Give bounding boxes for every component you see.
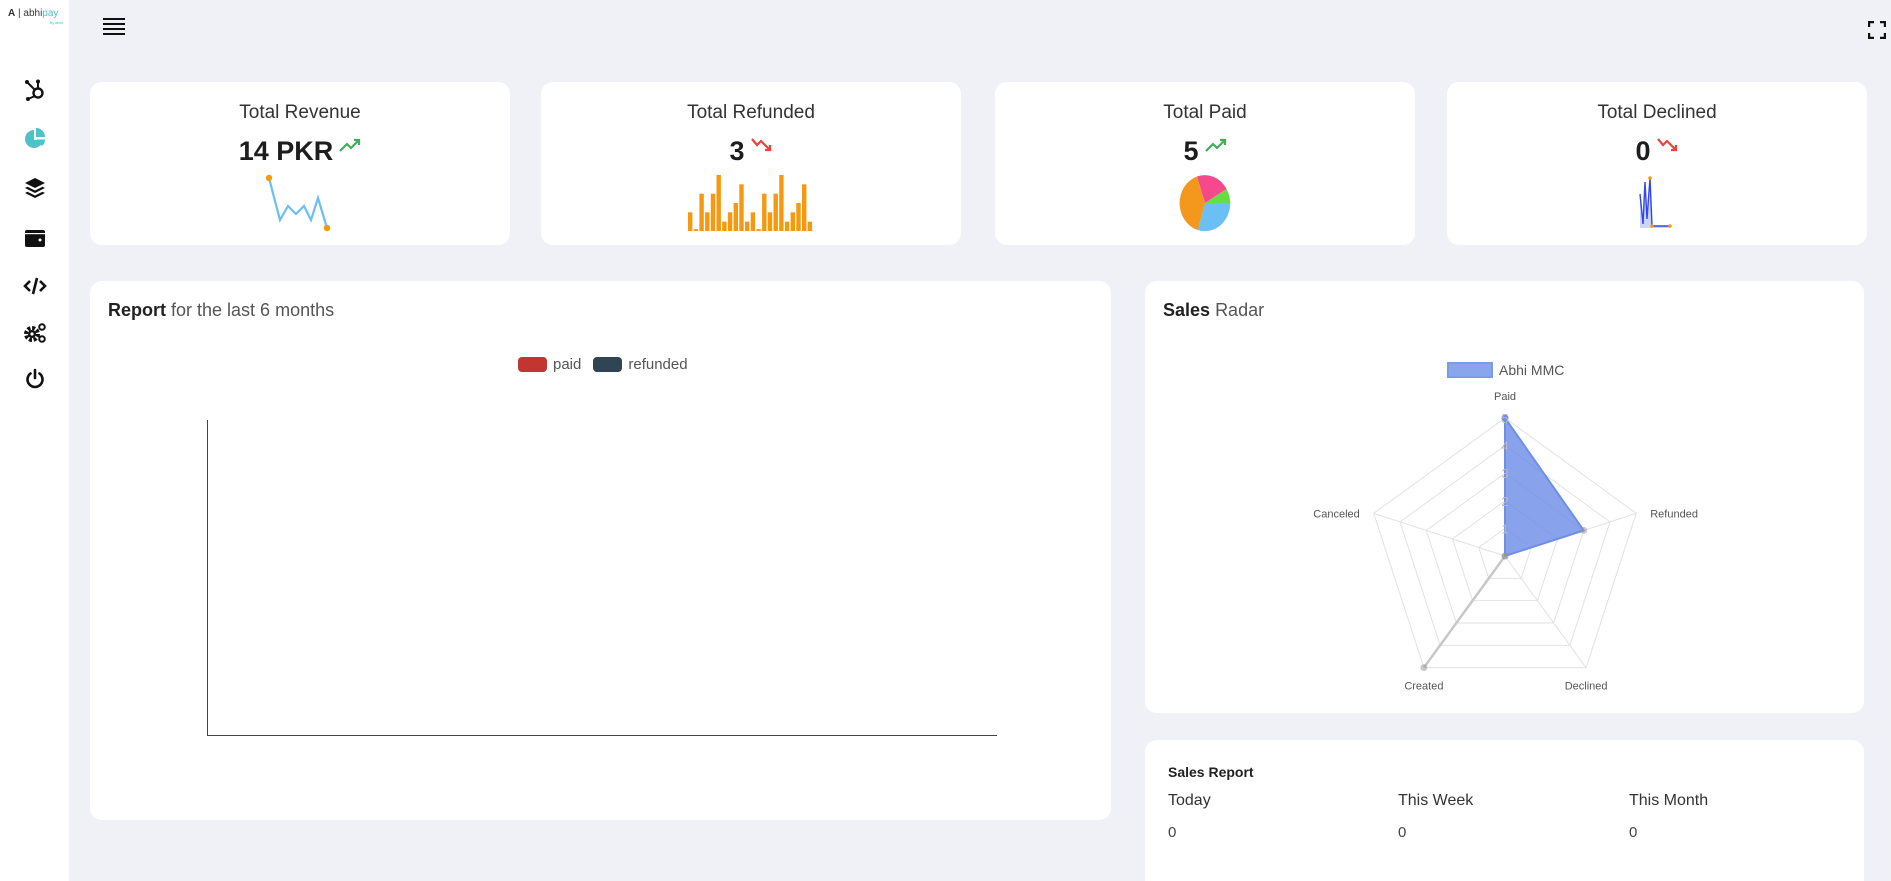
declined-sparkline bbox=[1639, 176, 1672, 228]
spark-bar bbox=[767, 212, 773, 231]
radar-spoke bbox=[1504, 555, 1587, 668]
y-axis bbox=[207, 420, 208, 736]
spark-bar bbox=[802, 184, 807, 231]
menu-toggle-button[interactable] bbox=[103, 17, 125, 40]
radar-axis-label: Canceled bbox=[1313, 508, 1359, 520]
sidebar-item-settings[interactable] bbox=[22, 320, 48, 346]
sales-radar-card: Sales Radar Abhi MMC 1 2 3 4 5 Paid Refunded De… bbox=[1145, 281, 1864, 713]
fullscreen-button[interactable] bbox=[1867, 20, 1887, 44]
trend-up-icon bbox=[1204, 138, 1226, 152]
wallet-icon bbox=[25, 230, 45, 247]
sidebar-item-wallet[interactable] bbox=[22, 225, 48, 251]
spark-bar bbox=[699, 193, 704, 231]
kpi-title: Total Refunded bbox=[687, 102, 815, 123]
legend-swatch-refunded[interactable] bbox=[593, 357, 623, 372]
radar-axis-label: Created bbox=[1404, 681, 1443, 693]
radar-tick-label: 3 bbox=[1501, 466, 1508, 481]
spark-bar bbox=[745, 221, 750, 231]
sidebar-item-hub[interactable] bbox=[22, 77, 48, 103]
spark-bar bbox=[756, 229, 761, 231]
radar-tick-label: 1 bbox=[1501, 521, 1508, 536]
legend-label-paid[interactable]: paid bbox=[553, 356, 581, 373]
spark-bar bbox=[710, 193, 716, 231]
radar-point[interactable] bbox=[1501, 552, 1509, 560]
report-legend: paid refunded bbox=[518, 356, 688, 373]
spark-bar bbox=[716, 175, 721, 231]
radar-tick-label: 4 bbox=[1501, 439, 1508, 454]
spark-bar bbox=[784, 221, 790, 231]
fullscreen-icon bbox=[1867, 20, 1887, 40]
sales-report-this-week: This Week 0 bbox=[1398, 792, 1474, 841]
kpi-value: 0 bbox=[1635, 136, 1651, 166]
sales-report-title: Sales Report bbox=[1168, 764, 1254, 780]
report-title: Report for the last 6 months bbox=[108, 300, 335, 320]
pie-chart-icon bbox=[25, 128, 45, 148]
radar-point[interactable] bbox=[1580, 526, 1588, 534]
power-icon bbox=[26, 368, 44, 389]
sidebar-item-dashboard[interactable] bbox=[22, 126, 48, 152]
hub-icon bbox=[25, 79, 44, 101]
spark-bar bbox=[739, 184, 744, 231]
code-icon bbox=[23, 277, 47, 295]
radar-point[interactable] bbox=[1420, 664, 1428, 672]
kpi-value: 3 bbox=[729, 136, 745, 166]
refunded-bar-sparkline bbox=[688, 175, 813, 231]
radar-line-created bbox=[1422, 555, 1507, 669]
sidebar: A | abhipay by abhi bbox=[0, 0, 69, 881]
spark-bar bbox=[693, 229, 699, 231]
sales-report-today: Today 0 bbox=[1168, 792, 1211, 841]
trend-down-icon bbox=[1656, 138, 1677, 152]
radar-tick-label: 2 bbox=[1501, 494, 1508, 509]
revenue-sparkline bbox=[265, 174, 331, 232]
sidebar-item-developer[interactable] bbox=[22, 273, 48, 299]
legend-swatch-paid[interactable] bbox=[518, 357, 547, 372]
kpi-card-total-declined: Total Declined 0 bbox=[1447, 82, 1867, 245]
radar-axis-label: Refunded bbox=[1650, 508, 1698, 520]
spark-bar bbox=[762, 193, 767, 231]
spark-bar bbox=[722, 221, 727, 231]
spark-bar bbox=[807, 221, 813, 231]
spark-bar bbox=[727, 212, 733, 231]
kpi-card-total-paid: Total Paid 5 bbox=[995, 82, 1415, 245]
logo[interactable]: A | abhipay by abhi bbox=[8, 8, 63, 25]
trend-up-icon bbox=[339, 138, 361, 152]
layers-icon bbox=[25, 178, 45, 198]
spark-bar bbox=[779, 175, 784, 231]
paid-pie-sparkline bbox=[1179, 175, 1231, 232]
radar-area bbox=[1504, 414, 1586, 558]
spark-bar bbox=[705, 212, 710, 231]
kpi-title: Total Declined bbox=[1597, 102, 1717, 123]
radar-chart: 1 2 3 4 5 Paid Refunded Declined Created Canceled bbox=[1313, 391, 1698, 693]
trend-down-icon bbox=[750, 138, 771, 152]
kpi-title: Total Paid bbox=[1163, 102, 1247, 123]
kpi-card-total-revenue: Total Revenue 14 PKR bbox=[90, 82, 510, 245]
radar-spoke bbox=[1373, 512, 1506, 557]
kpi-value: 5 bbox=[1183, 136, 1199, 166]
spark-bar bbox=[733, 203, 738, 231]
spark-bar bbox=[750, 212, 756, 231]
spark-bar bbox=[796, 203, 801, 231]
cogs-icon bbox=[24, 323, 46, 343]
x-axis bbox=[207, 735, 997, 736]
sales-report-card: Sales Report Today 0 This Week 0 This Mont… bbox=[1145, 740, 1864, 881]
kpi-title: Total Revenue bbox=[239, 102, 361, 123]
radar-axis-label: Declined bbox=[1565, 681, 1608, 693]
sidebar-item-logout[interactable] bbox=[22, 366, 48, 392]
spark-bar bbox=[790, 212, 795, 231]
report-card: Report for the last 6 months paid refund… bbox=[90, 281, 1111, 820]
hamburger-icon bbox=[103, 18, 125, 35]
spark-bar bbox=[688, 212, 693, 231]
radar-tick-label: 5 bbox=[1501, 411, 1508, 426]
sales-report-this-month: This Month 0 bbox=[1629, 792, 1709, 841]
kpi-card-total-refunded: Total Refunded 3 bbox=[541, 82, 961, 245]
spark-bar bbox=[773, 193, 778, 231]
radar-axis-label: Paid bbox=[1494, 391, 1516, 403]
kpi-value: 14 PKR bbox=[238, 136, 334, 166]
legend-label-refunded[interactable]: refunded bbox=[628, 356, 687, 373]
sidebar-item-layers[interactable] bbox=[22, 175, 48, 201]
